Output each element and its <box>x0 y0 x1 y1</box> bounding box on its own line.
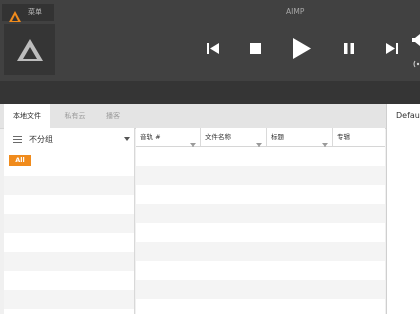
album-cover <box>4 24 55 75</box>
menu-label: 菜单 <box>28 8 42 16</box>
aimp-cover-logo-icon <box>17 39 43 61</box>
table-row[interactable] <box>136 204 385 223</box>
progress-band[interactable] <box>0 81 420 104</box>
menu-icon[interactable] <box>13 136 22 143</box>
list-item <box>4 214 134 233</box>
chevron-down-icon[interactable] <box>124 137 130 141</box>
play-icon[interactable] <box>293 38 311 59</box>
volume-icon[interactable] <box>412 34 420 46</box>
all-filter-badge[interactable]: All <box>9 155 31 166</box>
tab-private-cloud[interactable]: 私有云 <box>56 104 94 128</box>
list-item <box>4 176 134 195</box>
window-title: AIMP <box>286 7 305 16</box>
stop-icon[interactable] <box>250 43 261 54</box>
grouping-label: 不分组 <box>29 135 53 144</box>
tab-local-files[interactable]: 本地文件 <box>4 104 50 128</box>
list-item <box>4 252 134 271</box>
column-album[interactable]: 专辑 <box>333 128 385 146</box>
tab-podcasts[interactable]: 播客 <box>96 104 130 128</box>
playlist-panel <box>386 104 420 314</box>
grouping-selector[interactable] <box>4 130 134 150</box>
previous-icon[interactable] <box>207 43 219 54</box>
aimp-logo-icon <box>9 7 21 22</box>
next-icon[interactable] <box>386 43 398 54</box>
pause-icon[interactable] <box>344 43 354 54</box>
list-item <box>4 290 134 309</box>
table-row[interactable] <box>136 280 385 299</box>
table-row[interactable] <box>136 166 385 185</box>
equalizer-icon[interactable] <box>413 60 420 68</box>
playlist-tab-default[interactable]: Defaul <box>396 111 420 120</box>
table-row[interactable] <box>136 242 385 261</box>
